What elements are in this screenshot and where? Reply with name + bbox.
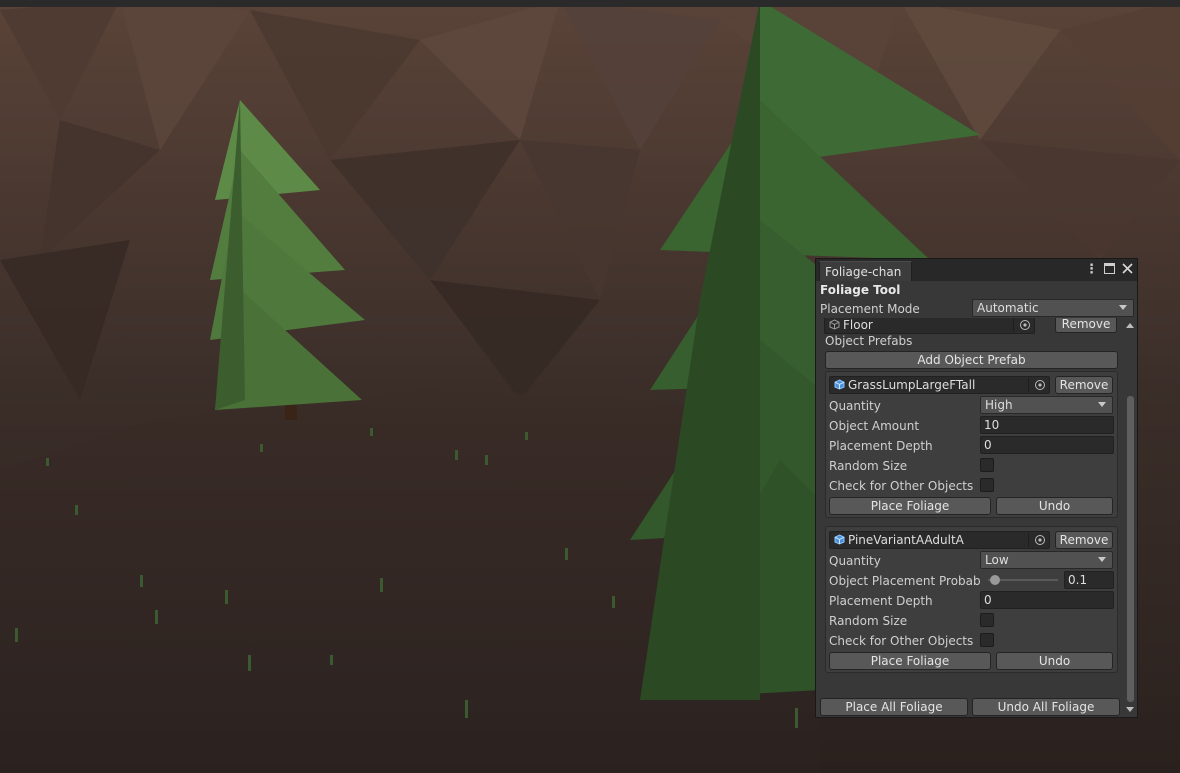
random-size-label: Random Size (829, 614, 908, 628)
scroll-content: Floor Remove Object Prefabs Add Object P… (820, 318, 1124, 690)
prefab-cube-icon (834, 379, 845, 390)
surface-remove-button[interactable]: Remove (1055, 318, 1117, 333)
scroll-up-icon[interactable] (1126, 323, 1134, 328)
picker-separator (1028, 378, 1029, 392)
editor-top-strip (0, 0, 1180, 7)
random-size-label: Random Size (829, 459, 908, 473)
random-size-checkbox[interactable] (980, 613, 994, 627)
prefab-name: PineVariantAAdultA (848, 533, 964, 547)
object-amount-field[interactable]: 10 (980, 416, 1114, 434)
prefab-object-field[interactable]: PineVariantAAdultA (829, 531, 1050, 549)
prefab-panel-pine: PineVariantAAdultA Remove Quantity Low O… (825, 526, 1118, 673)
quantity-label: Quantity (829, 399, 881, 413)
prefab-remove-button[interactable]: Remove (1055, 531, 1113, 549)
placement-mode-dropdown[interactable]: Automatic (972, 299, 1134, 317)
placement-mode-label: Placement Mode (820, 302, 920, 316)
picker-separator (1013, 318, 1014, 332)
tool-heading: Foliage Tool (820, 283, 901, 297)
placement-depth-label: Placement Depth (829, 594, 933, 608)
check-other-objects-checkbox[interactable] (980, 633, 994, 647)
panel-scrollbar[interactable] (1125, 318, 1135, 716)
place-all-foliage-button[interactable]: Place All Foliage (820, 698, 968, 716)
quantity-dropdown[interactable]: Low (980, 551, 1113, 569)
check-other-objects-label: Check for Other Objects (829, 634, 974, 648)
undo-button[interactable]: Undo (996, 497, 1113, 515)
placement-depth-field[interactable]: 0 (980, 436, 1114, 454)
object-picker-icon[interactable] (1034, 379, 1046, 391)
check-other-objects-checkbox[interactable] (980, 478, 994, 492)
chevron-down-icon (1098, 402, 1106, 407)
picker-separator (1028, 533, 1029, 547)
object-picker-icon[interactable] (1019, 319, 1031, 331)
window-controls: ⋮ (1085, 261, 1133, 279)
window-titlebar: Foliage-chan ⋮ (816, 259, 1137, 281)
object-amount-label: Object Amount (829, 419, 920, 433)
gameobject-icon (829, 319, 840, 330)
placement-depth-field[interactable]: 0 (980, 591, 1114, 609)
maximize-icon[interactable] (1103, 263, 1115, 277)
add-object-prefab-button[interactable]: Add Object Prefab (825, 351, 1118, 369)
object-picker-icon[interactable] (1034, 534, 1046, 546)
placement-depth-label: Placement Depth (829, 439, 933, 453)
chevron-down-icon (1098, 557, 1106, 562)
scroll-thumb[interactable] (1127, 396, 1134, 702)
surface-object-name: Floor (843, 318, 873, 332)
undo-button[interactable]: Undo (996, 652, 1113, 670)
foliage-tool-window: Foliage-chan ⋮ Foliage Tool Placement Mo… (815, 258, 1138, 718)
prefab-object-field[interactable]: GrassLumpLargeFTall (829, 376, 1050, 394)
place-foliage-button[interactable]: Place Foliage (829, 497, 991, 515)
undo-all-foliage-button[interactable]: Undo All Foliage (972, 698, 1120, 716)
quantity-label: Quantity (829, 554, 881, 568)
prefab-remove-button[interactable]: Remove (1055, 376, 1113, 394)
more-options-icon[interactable]: ⋮ (1085, 263, 1098, 277)
scroll-down-icon[interactable] (1126, 707, 1134, 712)
prefab-cube-icon (834, 534, 845, 545)
placement-probability-label: Object Placement Probabil (829, 574, 981, 588)
placement-mode-value: Automatic (977, 301, 1039, 315)
close-icon[interactable] (1121, 263, 1133, 277)
quantity-value: High (985, 398, 1013, 412)
object-prefabs-label: Object Prefabs (825, 334, 913, 348)
probability-field[interactable]: 0.1 (1064, 571, 1114, 589)
random-size-checkbox[interactable] (980, 458, 994, 472)
prefab-panel-grass: GrassLumpLargeFTall Remove Quantity High… (825, 371, 1118, 518)
quantity-dropdown[interactable]: High (980, 396, 1113, 414)
tab-foliage-chan[interactable]: Foliage-chan (819, 261, 912, 281)
chevron-down-icon (1119, 305, 1127, 310)
place-foliage-button[interactable]: Place Foliage (829, 652, 991, 670)
probability-slider-handle[interactable] (990, 575, 1000, 585)
check-other-objects-label: Check for Other Objects (829, 479, 974, 493)
quantity-value: Low (985, 553, 1009, 567)
surface-object-field[interactable]: Floor (824, 318, 1035, 334)
prefab-name: GrassLumpLargeFTall (848, 378, 976, 392)
